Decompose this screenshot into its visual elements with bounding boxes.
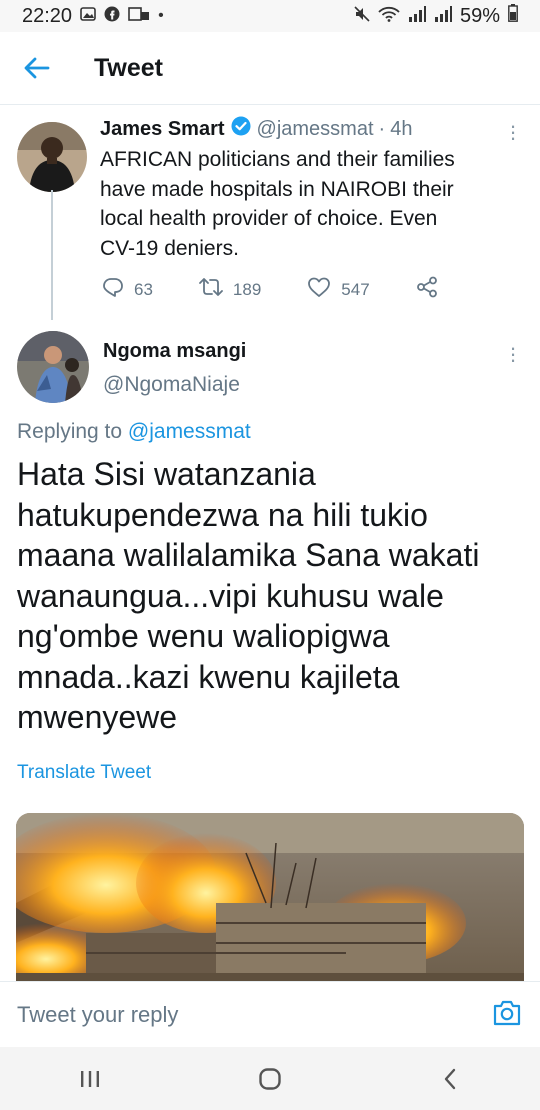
home-icon[interactable]	[240, 1059, 300, 1099]
more-options-icon[interactable]: · · ·	[506, 115, 520, 149]
tweet-media-image[interactable]	[16, 813, 524, 981]
author-name[interactable]: Ngoma msangi	[103, 340, 246, 363]
share-icon	[416, 276, 438, 303]
replying-to: Replying to @jamessmat	[17, 420, 251, 444]
tweet-text-line: AFRICAN politicians and their families	[100, 148, 455, 171]
tweet-time: 4h	[390, 117, 413, 140]
tweet-text-line: have made hospitals in NAIROBI their	[100, 177, 454, 201]
retweet-action[interactable]: 189	[199, 277, 261, 302]
verified-badge-icon	[231, 116, 251, 142]
original-tweet[interactable]: James Smart @jamessmat · 4h AFRICAN poli…	[100, 116, 520, 263]
gallery-icon	[80, 6, 96, 26]
heart-icon	[307, 276, 331, 303]
reply-icon	[102, 276, 124, 303]
separator: ·	[378, 117, 386, 140]
avatar[interactable]	[17, 331, 89, 403]
tweet-text-line: ng'ombe wenu waliopigwa	[17, 618, 390, 654]
tweet-text-line: mwenyewe	[17, 699, 178, 735]
mute-icon	[354, 5, 370, 28]
like-count: 547	[341, 279, 370, 299]
reply-action[interactable]: 63	[102, 276, 153, 303]
author-name[interactable]: James Smart	[100, 118, 225, 141]
app-header: Tweet	[0, 32, 540, 105]
reply-composer-bar: Tweet your reply	[0, 981, 540, 1048]
status-bar: 22:20 • 59%	[0, 0, 540, 32]
dot-icon: •	[158, 7, 164, 24]
author-handle[interactable]: @NgomaNiaje	[103, 373, 240, 397]
share-action[interactable]	[416, 276, 438, 303]
thread-line	[51, 190, 53, 320]
avatar[interactable]	[17, 122, 87, 192]
tweet-text: AFRICAN politicians and their families h…	[100, 145, 520, 263]
reply-count: 63	[134, 279, 153, 299]
like-action[interactable]: 547	[307, 276, 370, 303]
facebook-icon	[104, 6, 120, 27]
vpn-icon	[128, 6, 150, 26]
battery-percent: 59%	[459, 4, 500, 27]
tweet-text-line: Hata Sisi watanzania	[17, 456, 316, 492]
tweet-text-line: CV-19 deniers.	[100, 236, 239, 260]
back-icon[interactable]	[420, 1059, 480, 1099]
system-navigation-bar	[0, 1047, 540, 1110]
retweet-count: 189	[232, 279, 262, 299]
tweet-text-line: mnada..kazi kwenu kajileta	[17, 658, 400, 695]
replying-prefix: Replying to	[17, 420, 123, 443]
camera-icon[interactable]	[492, 999, 522, 1032]
tweet-text-line: maana walilalamika Sana wakati	[17, 537, 480, 573]
translate-tweet-link[interactable]: Translate Tweet	[17, 762, 151, 784]
replying-handle-link[interactable]: @jamessmat	[128, 420, 251, 443]
tweet-text-line: local health provider of choice. Even	[100, 207, 438, 230]
author-handle[interactable]: @jamessmat	[257, 118, 374, 141]
back-arrow-icon[interactable]	[20, 51, 54, 85]
status-time: 22:20	[22, 4, 73, 27]
more-options-icon[interactable]: · · ·	[506, 337, 520, 371]
reply-input[interactable]: Tweet your reply	[17, 1002, 178, 1028]
recent-apps-icon[interactable]	[60, 1059, 120, 1099]
retweet-icon	[199, 277, 223, 302]
battery-icon	[508, 4, 518, 28]
tweet-text-line: hatukupendezwa na hili tukio	[17, 496, 428, 533]
signal-icon	[434, 5, 452, 28]
reply-tweet-text: Hata Sisi watanzania hatukupendezwa na h…	[17, 454, 527, 738]
page-title: Tweet	[94, 53, 163, 82]
wifi-icon	[378, 5, 400, 28]
tweet-text-line: wanaungua...vipi kuhusu wale	[17, 577, 444, 614]
tweet-actions: 63 189 547	[102, 276, 484, 303]
signal-icon	[408, 5, 426, 28]
